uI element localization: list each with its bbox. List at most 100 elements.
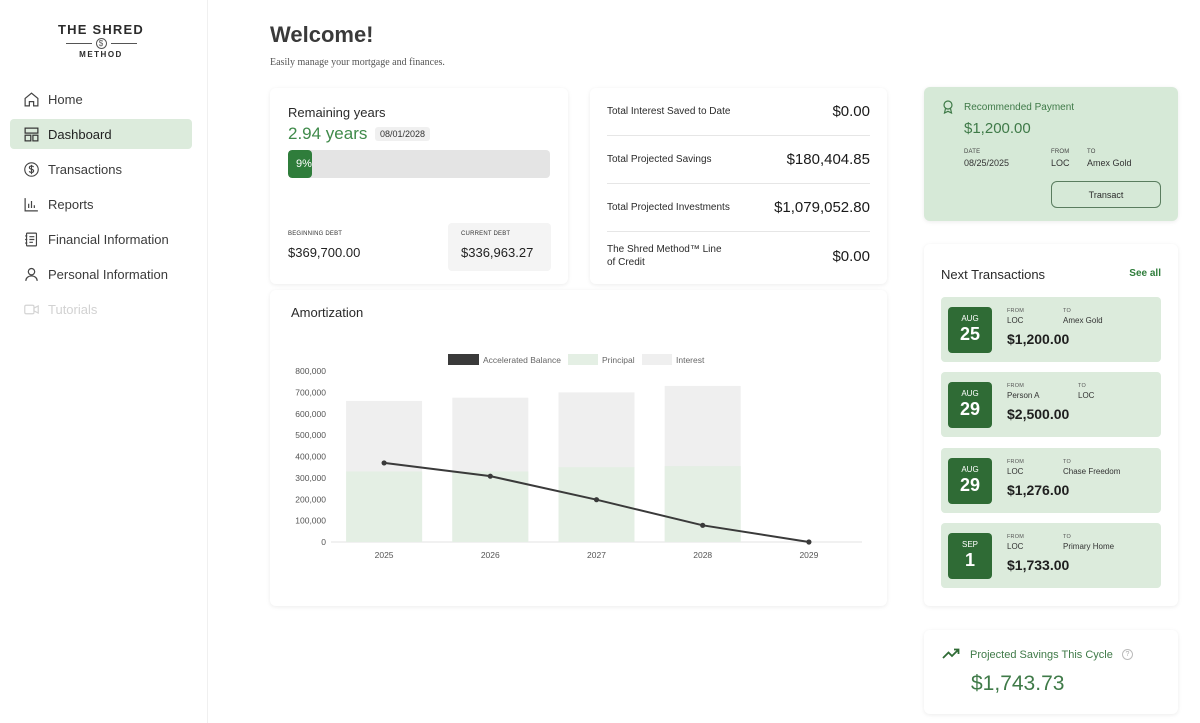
transaction-amount: $1,733.00 — [1007, 557, 1070, 573]
transaction-to-value: Primary Home — [1063, 542, 1115, 551]
transaction-from-label: FROM — [1007, 459, 1024, 465]
accelerated-balance-point — [487, 473, 493, 479]
transaction-to-label: TO — [1063, 308, 1071, 314]
accelerated-balance-point — [593, 497, 600, 503]
transaction-item[interactable]: AUG 29 FROM LOC TO Chase Freedom $1,276.… — [941, 448, 1161, 513]
page-subtitle: Easily manage your mortgage and finances… — [270, 57, 445, 68]
totals-value: $0.00 — [832, 247, 870, 265]
accelerated-balance-point — [700, 522, 706, 528]
from-value: LOC — [1051, 158, 1070, 168]
totals-row: Total Projected Investments $1,079,052.8… — [607, 184, 870, 232]
date-value: 08/25/2025 — [964, 158, 1010, 168]
bar-chart-icon — [22, 195, 40, 213]
transaction-amount: $1,276.00 — [1007, 482, 1070, 498]
y-tick-label: 100,000 — [295, 516, 326, 526]
remaining-years-card: Remaining years 2.94 years 08/01/2028 9%… — [270, 88, 568, 284]
transaction-date-badge: AUG 29 — [948, 458, 992, 504]
totals-label: Total Interest Saved to Date — [607, 106, 731, 117]
principal-bar — [664, 466, 741, 542]
payoff-date-badge: 08/01/2028 — [375, 127, 431, 141]
sidebar: THE SHRED $ METHOD Home Dashboard Transa… — [0, 0, 208, 723]
logo[interactable]: THE SHRED $ METHOD — [55, 22, 147, 59]
recommended-payment-label: Recommended Payment — [964, 102, 1075, 113]
totals-value: $0.00 — [832, 103, 870, 120]
legend-swatch — [448, 354, 479, 365]
sidebar-nav: Home Dashboard Transactions Reports Fina… — [10, 84, 192, 329]
totals-label: Total Projected Investments — [607, 202, 730, 213]
transaction-item[interactable]: AUG 25 FROM LOC TO Amex Gold $1,200.00 — [941, 297, 1161, 362]
logo-divider-right — [110, 43, 137, 44]
y-tick-label: 600,000 — [295, 409, 326, 419]
transaction-from-value: LOC — [1007, 467, 1024, 476]
y-tick-label: 300,000 — [295, 473, 326, 483]
totals-row: The Shred Method™ Line of Credit $0.00 — [607, 232, 870, 280]
see-all-link[interactable]: See all — [1129, 268, 1161, 279]
totals-value: $180,404.85 — [786, 151, 870, 168]
sidebar-item-label: Personal Information — [48, 266, 168, 282]
help-icon[interactable]: ? — [1122, 649, 1133, 660]
logo-divider-left — [65, 43, 92, 44]
sidebar-item-dashboard[interactable]: Dashboard — [10, 119, 192, 149]
transaction-month: AUG — [961, 389, 979, 398]
current-debt-value: $336,963.27 — [461, 245, 534, 260]
y-tick-label: 200,000 — [295, 494, 326, 504]
trending-up-icon — [942, 648, 960, 659]
page-title: Welcome! — [270, 22, 374, 47]
logo-line2: METHOD — [79, 50, 123, 59]
legend-label: Principal — [602, 355, 635, 365]
date-label: DATE — [964, 149, 981, 155]
sidebar-item-home[interactable]: Home — [10, 84, 192, 114]
legend-label: Accelerated Balance — [483, 355, 561, 365]
dashboard-icon — [22, 125, 40, 143]
legend-swatch — [568, 354, 598, 365]
transact-button[interactable]: Transact — [1051, 181, 1161, 208]
next-transactions-title: Next Transactions — [941, 267, 1046, 282]
transaction-item[interactable]: AUG 29 FROM Person A TO LOC $2,500.00 — [941, 372, 1161, 437]
amortization-card: Amortization 800,000 700,000 600,000 500,00… — [270, 290, 887, 606]
transaction-to-label: TO — [1078, 383, 1086, 389]
y-tick-label: 700,000 — [295, 387, 326, 397]
transaction-item[interactable]: SEP 1 FROM LOC TO Primary Home $1,733.00 — [941, 523, 1161, 588]
transaction-from-value: LOC — [1007, 316, 1024, 325]
x-tick-label: 2028 — [693, 550, 712, 560]
transaction-date-badge: SEP 1 — [948, 533, 992, 579]
sidebar-item-financial-information[interactable]: Financial Information — [10, 224, 192, 254]
transaction-amount: $1,200.00 — [1007, 331, 1070, 347]
payoff-progress-fill: 9% — [288, 150, 312, 178]
next-transactions-card: Next Transactions See all AUG 25 FROM LO… — [924, 244, 1178, 606]
sidebar-item-personal-information[interactable]: Personal Information — [10, 259, 192, 289]
transaction-day: 29 — [959, 399, 981, 419]
transaction-to-label: TO — [1063, 534, 1071, 540]
transaction-date-badge: AUG 29 — [948, 382, 992, 428]
transaction-from-label: FROM — [1007, 308, 1024, 314]
transaction-day: 1 — [964, 550, 975, 570]
totals-value: $1,079,052.80 — [774, 199, 870, 216]
logo-coin-icon: $ — [95, 38, 107, 49]
transaction-day: 25 — [959, 324, 981, 344]
y-tick-label: 400,000 — [295, 452, 326, 462]
document-icon — [22, 230, 40, 248]
y-tick-label: 800,000 — [295, 366, 326, 376]
totals-label: Total Projected Savings — [607, 154, 712, 165]
sidebar-item-transactions[interactable]: Transactions — [10, 154, 192, 184]
beginning-debt-value: $369,700.00 — [288, 245, 361, 260]
totals-card: Total Interest Saved to Date $0.00 Total… — [590, 88, 887, 284]
award-icon — [943, 100, 953, 114]
totals-row: Total Interest Saved to Date $0.00 — [607, 88, 870, 136]
user-icon — [22, 265, 40, 283]
accelerated-balance-point — [806, 539, 812, 545]
transaction-to-value: Amex Gold — [1063, 316, 1103, 325]
amortization-chart: 800,000 700,000 600,000 500,000 400,000 300,0… — [295, 354, 862, 560]
transaction-to-value: Chase Freedom — [1063, 467, 1121, 476]
totals-label: The Shred Method™ Line of Credit — [607, 244, 722, 268]
transaction-from-label: FROM — [1007, 383, 1024, 389]
video-icon — [22, 300, 40, 318]
x-tick-label: 2029 — [799, 550, 818, 560]
projected-savings-label: Projected Savings This Cycle — [970, 649, 1113, 661]
home-icon — [22, 90, 40, 108]
transaction-to-label: TO — [1063, 459, 1071, 465]
projected-savings-card: Projected Savings This Cycle ? $1,743.73 — [924, 630, 1178, 714]
projected-savings-value: $1,743.73 — [971, 672, 1065, 695]
x-tick-label: 2025 — [375, 550, 394, 560]
sidebar-item-reports[interactable]: Reports — [10, 189, 192, 219]
